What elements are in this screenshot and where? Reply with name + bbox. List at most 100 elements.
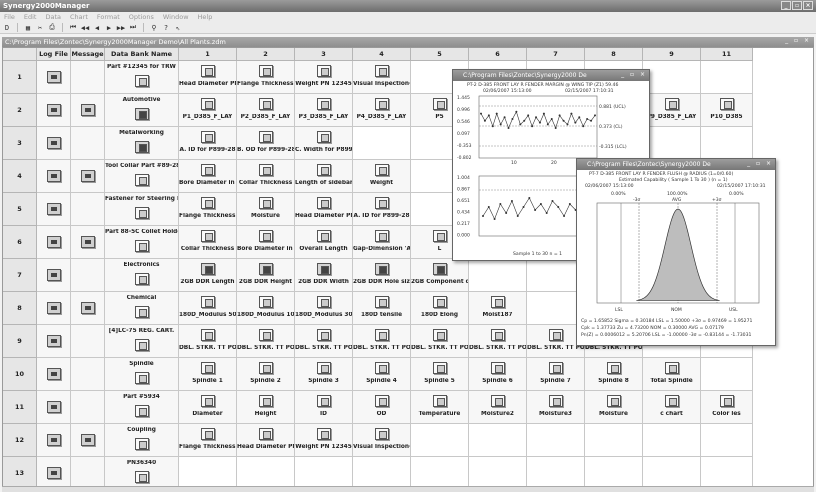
data-bank-button[interactable] bbox=[134, 306, 149, 318]
chart-button[interactable] bbox=[374, 296, 389, 308]
chart-button[interactable] bbox=[664, 395, 679, 407]
chart-button[interactable] bbox=[374, 197, 389, 209]
prev-page-icon[interactable]: ◀◀ bbox=[80, 23, 90, 33]
column-header[interactable]: 11 bbox=[701, 48, 753, 61]
column-header[interactable]: 1 bbox=[179, 48, 237, 61]
column-header[interactable]: 7 bbox=[527, 48, 585, 61]
chart-button[interactable] bbox=[258, 329, 273, 341]
binoculars-icon[interactable]: ⚲ bbox=[149, 23, 159, 33]
chart-button[interactable] bbox=[432, 230, 447, 242]
chart-button[interactable] bbox=[316, 428, 331, 440]
column-header[interactable]: Log File bbox=[37, 48, 71, 61]
chart-button[interactable] bbox=[200, 197, 215, 209]
chart-button[interactable] bbox=[200, 164, 215, 176]
chart-button[interactable] bbox=[432, 98, 447, 110]
data-bank-button[interactable] bbox=[134, 372, 149, 384]
chart-button[interactable] bbox=[316, 197, 331, 209]
column-header[interactable]: 2 bbox=[237, 48, 295, 61]
row-header[interactable]: 11 bbox=[3, 391, 37, 424]
chart-button[interactable] bbox=[200, 98, 215, 110]
chart-button[interactable] bbox=[374, 329, 389, 341]
chart-button[interactable] bbox=[200, 395, 215, 407]
data-bank-button[interactable] bbox=[134, 141, 149, 153]
menu-item-file[interactable]: File bbox=[4, 13, 15, 21]
chart-button[interactable] bbox=[432, 395, 447, 407]
row-header[interactable]: 1 bbox=[3, 61, 37, 94]
message-button[interactable] bbox=[80, 302, 95, 314]
chart-button[interactable] bbox=[374, 164, 389, 176]
menu-item-options[interactable]: Options bbox=[129, 13, 154, 21]
chart-button[interactable] bbox=[258, 230, 273, 242]
help-arrow-icon[interactable]: ⇖ bbox=[173, 23, 183, 33]
chart-button[interactable] bbox=[606, 395, 621, 407]
chart-button[interactable] bbox=[490, 362, 505, 374]
data-bank-button[interactable] bbox=[134, 75, 149, 87]
chart-button[interactable] bbox=[258, 296, 273, 308]
chart-button[interactable] bbox=[258, 197, 273, 209]
chart-button[interactable] bbox=[719, 395, 734, 407]
column-header[interactable]: 8 bbox=[585, 48, 643, 61]
folder-icon[interactable]: ▦ bbox=[23, 23, 33, 33]
question-icon[interactable]: ? bbox=[161, 23, 171, 33]
chart-button[interactable] bbox=[664, 98, 679, 110]
chart-button[interactable] bbox=[200, 230, 215, 242]
chart-button[interactable] bbox=[719, 98, 734, 110]
minimize-button[interactable]: _ bbox=[781, 1, 791, 10]
next-icon[interactable]: ▶ bbox=[104, 23, 114, 33]
chart-button[interactable] bbox=[258, 362, 273, 374]
chart-button[interactable] bbox=[258, 263, 273, 275]
log-file-button[interactable] bbox=[46, 203, 61, 215]
chart-button[interactable] bbox=[200, 362, 215, 374]
chart-button[interactable] bbox=[258, 131, 273, 143]
chart-button[interactable] bbox=[316, 296, 331, 308]
data-bank-button[interactable] bbox=[134, 174, 149, 186]
row-header[interactable]: 5 bbox=[3, 193, 37, 226]
chart-button[interactable] bbox=[200, 65, 215, 77]
chart-button[interactable] bbox=[432, 263, 447, 275]
chart-button[interactable] bbox=[200, 263, 215, 275]
menu-item-help[interactable]: Help bbox=[198, 13, 213, 21]
chart-button[interactable] bbox=[316, 263, 331, 275]
chart-button[interactable] bbox=[316, 395, 331, 407]
log-file-button[interactable] bbox=[46, 71, 61, 83]
save-icon[interactable]: D bbox=[2, 23, 12, 33]
chart-button[interactable] bbox=[316, 230, 331, 242]
chart-button[interactable] bbox=[374, 395, 389, 407]
chart-button[interactable] bbox=[374, 230, 389, 242]
data-bank-button[interactable] bbox=[134, 339, 149, 351]
row-header[interactable]: 8 bbox=[3, 292, 37, 325]
row-header[interactable]: 7 bbox=[3, 259, 37, 292]
chart-button[interactable] bbox=[374, 65, 389, 77]
menu-item-window[interactable]: Window bbox=[163, 13, 189, 21]
log-file-button[interactable] bbox=[46, 302, 61, 314]
chart-button[interactable] bbox=[490, 395, 505, 407]
document-window-controls[interactable]: _ ▫ × bbox=[785, 37, 811, 44]
log-file-button[interactable] bbox=[46, 467, 61, 479]
chart-button[interactable] bbox=[490, 329, 505, 341]
log-file-button[interactable] bbox=[46, 137, 61, 149]
column-header[interactable]: 9 bbox=[643, 48, 701, 61]
log-file-button[interactable] bbox=[46, 104, 61, 116]
chart-button[interactable] bbox=[374, 428, 389, 440]
chart-button[interactable] bbox=[432, 329, 447, 341]
column-header[interactable]: 4 bbox=[353, 48, 411, 61]
control-chart-title-bar[interactable]: C:\Program Files\Zontec\Synergy2000 De _… bbox=[453, 70, 649, 81]
chart-button[interactable] bbox=[606, 362, 621, 374]
chart-button[interactable] bbox=[316, 329, 331, 341]
cut-icon[interactable]: ✂ bbox=[35, 23, 45, 33]
chart-button[interactable] bbox=[258, 164, 273, 176]
column-header[interactable]: 3 bbox=[295, 48, 353, 61]
menu-item-format[interactable]: Format bbox=[97, 13, 120, 21]
data-bank-button[interactable] bbox=[134, 108, 149, 120]
column-header[interactable]: 5 bbox=[411, 48, 469, 61]
column-header[interactable]: Message bbox=[71, 48, 105, 61]
menu-item-chart[interactable]: Chart bbox=[70, 13, 88, 21]
chart-button[interactable] bbox=[258, 65, 273, 77]
row-header[interactable]: 2 bbox=[3, 94, 37, 127]
menu-item-edit[interactable]: Edit bbox=[24, 13, 37, 21]
chart-button[interactable] bbox=[200, 329, 215, 341]
row-header[interactable]: 10 bbox=[3, 358, 37, 391]
chart-button[interactable] bbox=[316, 362, 331, 374]
row-header[interactable]: 13 bbox=[3, 457, 37, 486]
chart-button[interactable] bbox=[548, 362, 563, 374]
